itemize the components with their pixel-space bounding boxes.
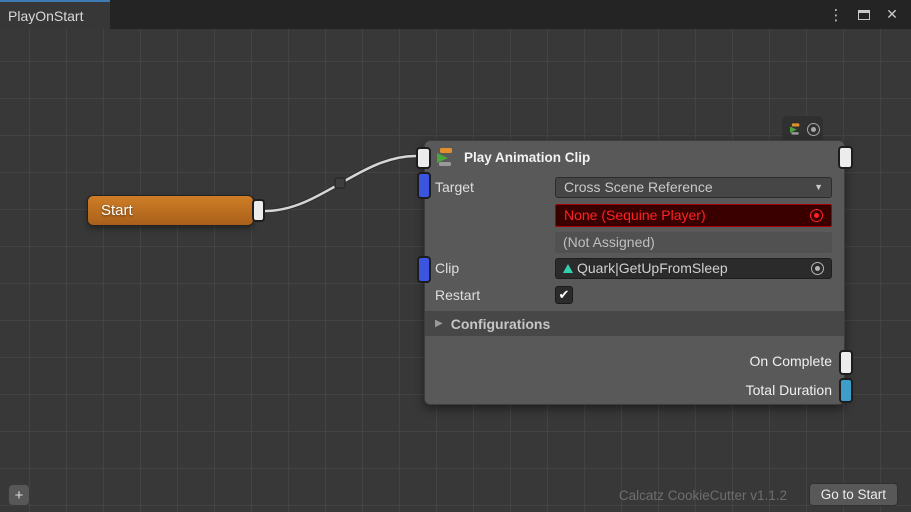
reference-status-field: (Not Assigned) — [555, 232, 832, 253]
exec-out-port[interactable] — [838, 146, 853, 169]
start-exec-out-port[interactable] — [252, 199, 265, 222]
total-duration-label: Total Duration — [746, 382, 832, 398]
watermark-text: Calcatz CookieCutter v1.1.2 — [619, 488, 787, 503]
foldout-arrow-icon: ▶ — [435, 318, 443, 329]
animation-clip-asset-icon — [563, 264, 573, 273]
start-node[interactable]: Start — [87, 195, 254, 226]
clip-label: Clip — [435, 260, 555, 276]
graph-mini-toolbar — [782, 116, 823, 142]
node-title: Play Animation Clip — [464, 150, 590, 165]
target-in-port[interactable] — [417, 172, 431, 199]
sequine-player-value: None (Sequine Player) — [564, 207, 706, 223]
exec-in-port[interactable] — [416, 147, 431, 169]
go-to-start-label: Go to Start — [821, 487, 886, 502]
add-node-button[interactable]: + — [8, 484, 30, 506]
go-to-start-button[interactable]: Go to Start — [809, 483, 898, 506]
clip-in-port[interactable] — [417, 256, 431, 283]
tab-bar: PlayOnStart ⋮ ✕ — [0, 0, 911, 29]
tab-play-on-start[interactable]: PlayOnStart — [0, 0, 110, 29]
check-icon: ✔ — [559, 287, 570, 303]
close-icon[interactable]: ✕ — [883, 6, 901, 24]
tab-label: PlayOnStart — [8, 8, 83, 24]
reference-status-row: (Not Assigned) — [425, 231, 844, 253]
restart-label: Restart — [435, 287, 555, 303]
target-label: Target — [435, 179, 555, 195]
configurations-foldout[interactable]: ▶ Configurations — [425, 311, 844, 336]
clip-row: Clip Quark|GetUpFromSleep — [425, 257, 844, 279]
restart-checkbox[interactable]: ✔ — [555, 286, 573, 304]
reference-status-text: (Not Assigned) — [563, 234, 655, 250]
on-complete-out-port[interactable] — [839, 350, 853, 375]
restart-row: Restart ✔ — [425, 285, 844, 305]
chevron-down-icon: ▼ — [814, 182, 823, 192]
window-menu-icon[interactable]: ⋮ — [827, 6, 845, 24]
wire-midpoint-handle — [335, 178, 345, 188]
window-controls: ⋮ ✕ — [827, 0, 911, 29]
animation-clip-icon — [435, 147, 455, 167]
play-animation-clip-node[interactable]: Play Animation Clip Target Cross Scene R… — [424, 140, 845, 405]
animation-clip-icon[interactable] — [789, 123, 801, 135]
object-picker-icon[interactable] — [810, 209, 823, 222]
wire-start-to-play — [265, 156, 416, 211]
graph-canvas[interactable]: Start Play Animation Clip Target Cross S… — [0, 29, 911, 512]
target-indicator-icon[interactable] — [807, 123, 820, 136]
maximize-icon[interactable] — [855, 6, 873, 24]
start-node-label: Start — [101, 202, 133, 219]
on-complete-label: On Complete — [750, 353, 832, 369]
maximize-glyph — [858, 10, 870, 20]
on-complete-row: On Complete — [425, 349, 844, 373]
target-mode-value: Cross Scene Reference — [564, 179, 713, 195]
clip-value: Quark|GetUpFromSleep — [577, 260, 728, 276]
total-duration-row: Total Duration — [425, 378, 844, 402]
object-picker-icon[interactable] — [811, 262, 824, 275]
clip-object-field[interactable]: Quark|GetUpFromSleep — [555, 258, 832, 279]
configurations-label: Configurations — [451, 316, 551, 332]
total-duration-out-port[interactable] — [839, 378, 853, 403]
node-header[interactable]: Play Animation Clip — [425, 141, 844, 173]
target-row: Target Cross Scene Reference ▼ — [425, 175, 844, 199]
reference-row: None (Sequine Player) — [425, 202, 844, 228]
target-mode-dropdown[interactable]: Cross Scene Reference ▼ — [555, 177, 832, 198]
sequine-player-object-field[interactable]: None (Sequine Player) — [555, 204, 832, 227]
